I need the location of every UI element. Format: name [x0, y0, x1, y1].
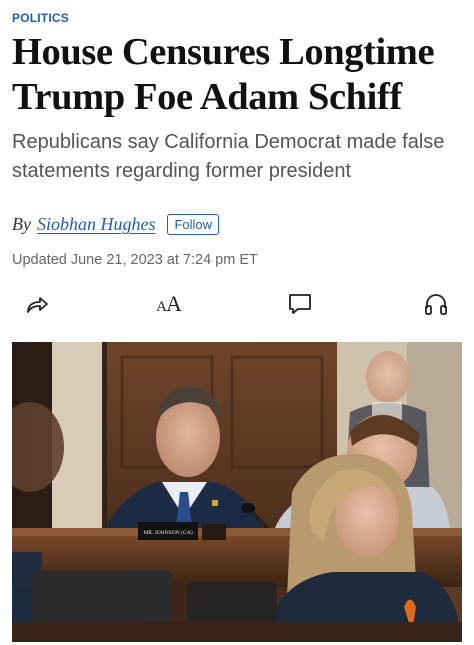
- comment-button[interactable]: [285, 290, 315, 318]
- headline: House Censures Longtime Trump Foe Adam S…: [12, 31, 435, 118]
- article-photo[interactable]: MR. JOHNSON (GA): [12, 342, 462, 642]
- nameplate-text: MR. JOHNSON (GA): [143, 529, 193, 536]
- headphones-icon: [423, 292, 449, 316]
- dek-subheadline: Republicans say California Democrat made…: [12, 131, 445, 182]
- byline-prefix: By: [12, 214, 31, 234]
- byline: By Siobhan Hughes Follow: [12, 214, 220, 235]
- article-toolbar: AA: [0, 284, 474, 324]
- author-link[interactable]: Siobhan Hughes: [37, 214, 156, 235]
- font-size-button[interactable]: AA: [154, 290, 184, 318]
- listen-button[interactable]: [421, 290, 451, 318]
- font-size-icon: AA: [156, 293, 182, 315]
- share-icon: [24, 293, 50, 315]
- follow-button[interactable]: Follow: [167, 214, 220, 235]
- font-size-large-glyph: A: [165, 291, 182, 316]
- timestamp: Updated June 21, 2023 at 7:24 pm ET: [12, 252, 258, 268]
- section-label[interactable]: POLITICS: [12, 11, 69, 25]
- comment-icon: [287, 292, 313, 316]
- share-button[interactable]: [22, 290, 52, 318]
